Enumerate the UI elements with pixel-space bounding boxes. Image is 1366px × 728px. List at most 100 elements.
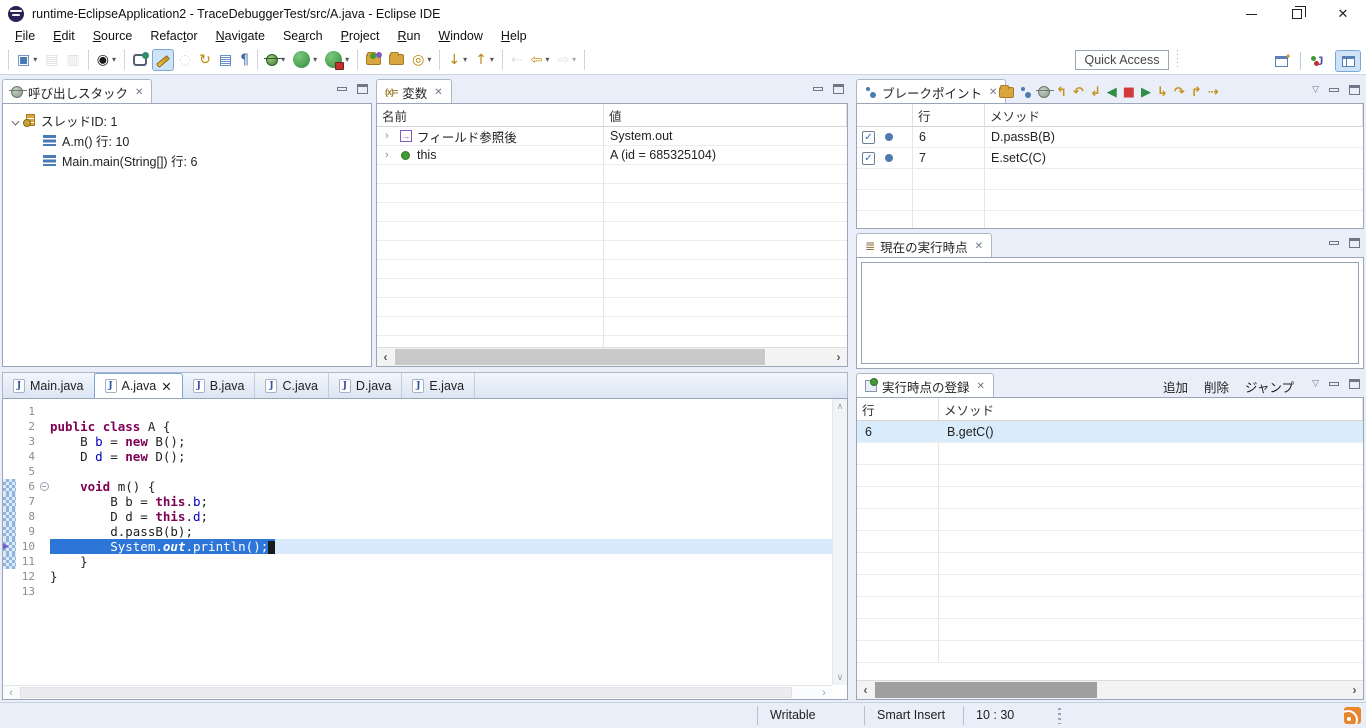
code-line[interactable]: 7 B b = this.b; (3, 494, 832, 509)
editor-tab-e-java[interactable]: JE.java (402, 373, 475, 398)
column-method[interactable]: メソッド (939, 398, 1363, 420)
scroll-right-icon[interactable]: › (816, 686, 832, 699)
scroll-thumb[interactable] (875, 682, 1097, 698)
scroll-thumb[interactable] (20, 687, 792, 698)
minimize-button[interactable] (1228, 0, 1274, 28)
code-editor[interactable]: 12public class A {3 B b = new B();4 D d … (3, 399, 832, 685)
menu-file[interactable]: File (6, 28, 44, 45)
scroll-left-icon[interactable]: ‹ (377, 348, 394, 366)
status-cursor-position[interactable]: 10 : 30 (976, 708, 1014, 722)
prev-annotation-icon[interactable]: ↑▾ (472, 49, 497, 71)
step-back-return-icon[interactable]: ↲ (1088, 81, 1103, 103)
minimize-view-icon[interactable] (1329, 382, 1339, 386)
expander-icon[interactable]: › (385, 130, 395, 142)
code-line[interactable]: 12} (3, 569, 832, 584)
highlighter-icon[interactable] (152, 49, 174, 71)
column-name[interactable]: 名前 (377, 104, 604, 126)
breakpoints-view-icon[interactable] (1018, 81, 1034, 103)
close-icon[interactable]: ✕ (975, 241, 983, 252)
code-line[interactable]: 8 D d = this.d; (3, 509, 832, 524)
jump-button[interactable]: ジャンプ (1245, 377, 1294, 396)
scroll-down-icon[interactable]: ∨ (833, 672, 847, 683)
refresh-source-icon[interactable]: ↻ (196, 49, 214, 71)
next-annotation-icon[interactable]: ↓▾ (445, 49, 470, 71)
step-backward-icon[interactable]: ◀ (1105, 81, 1119, 103)
code-line[interactable]: ▶10 System.out.println(); (3, 539, 832, 554)
open-perspective-button[interactable] (1268, 50, 1294, 72)
expand-chevron-icon[interactable] (11, 116, 20, 125)
editor-tab-d-java[interactable]: JD.java (329, 373, 402, 398)
step-forward-icon[interactable]: ▶ (1139, 81, 1153, 103)
editor-tab-c-java[interactable]: JC.java (255, 373, 328, 398)
step-back-into-icon[interactable]: ↰ (1054, 81, 1069, 103)
quick-access-box[interactable]: Quick Access (1075, 50, 1169, 70)
fold-collapse-icon[interactable]: − (40, 482, 49, 491)
close-icon[interactable]: ✕ (161, 379, 171, 394)
run-icon[interactable]: ▾ (290, 49, 320, 71)
run-to-line-icon[interactable]: ⇢ (1206, 81, 1221, 103)
table-row[interactable]: ›→フィールド参照後System.out (377, 127, 847, 146)
view-menu-icon[interactable]: ▽ (1312, 378, 1319, 389)
step-return-icon[interactable]: ↳ (1155, 81, 1170, 103)
back-icon[interactable]: ⇦▾ (528, 49, 553, 71)
user-account-icon[interactable]: ◉▾ (94, 49, 119, 71)
save-all-icon[interactable]: ▥ (63, 49, 82, 71)
rss-notification-icon[interactable] (1344, 707, 1361, 724)
add-button[interactable]: 追加 (1163, 377, 1188, 396)
code-line[interactable]: 13 (3, 584, 832, 599)
menu-help[interactable]: Help (492, 28, 536, 45)
save-icon[interactable]: ▤ (42, 49, 61, 71)
trace-bubble-icon[interactable] (130, 49, 150, 71)
menu-refactor[interactable]: Refactor (141, 28, 206, 45)
trace-debug-icon[interactable] (1036, 81, 1052, 103)
view-menu-icon[interactable]: ▽ (1312, 84, 1319, 95)
code-line[interactable]: 3 B b = new B(); (3, 434, 832, 449)
maximize-view-icon[interactable] (833, 84, 844, 94)
java-perspective-button[interactable]: J (1307, 50, 1333, 72)
editor-tab-main-java[interactable]: JMain.java (3, 373, 95, 398)
close-button[interactable]: ✕ (1320, 0, 1366, 28)
open-resource-icon[interactable] (386, 49, 407, 71)
menu-project[interactable]: Project (332, 28, 389, 45)
editor-tab-a-java[interactable]: JA.java✕ (94, 373, 183, 398)
minimize-view-icon[interactable] (1329, 241, 1339, 245)
stack-frame-item[interactable]: Main.main(String[]) 行: 6 (3, 150, 371, 170)
scroll-left-icon[interactable]: ‹ (3, 686, 19, 699)
menu-navigate[interactable]: Navigate (207, 28, 274, 45)
debug-icon[interactable]: ▾ (263, 49, 288, 71)
new-wizard-icon[interactable]: ▣▾ (14, 49, 40, 71)
maximize-view-icon[interactable] (1349, 85, 1360, 95)
scroll-right-icon[interactable]: › (830, 348, 847, 366)
menu-edit[interactable]: Edit (44, 28, 84, 45)
scroll-left-icon[interactable]: ‹ (857, 681, 874, 699)
table-row[interactable]: ›thisA (id = 685325104) (377, 146, 847, 165)
open-folder-icon[interactable] (997, 81, 1016, 103)
step-back-over-icon[interactable]: ↶ (1071, 81, 1086, 103)
step-into-icon[interactable]: ↱ (1189, 81, 1204, 103)
variables-tab[interactable]: (x)= 変数 ✕ (376, 79, 452, 104)
minimize-view-icon[interactable] (337, 87, 347, 91)
forward-icon[interactable]: ⇨▾ (554, 49, 579, 71)
code-line[interactable]: 6− void m() { (3, 479, 832, 494)
console-view-icon[interactable]: ▤ (216, 49, 235, 71)
scroll-right-icon[interactable]: › (1346, 681, 1363, 699)
table-row[interactable]: ✓6D.passB(B) (857, 127, 1363, 148)
breakpoint-checkbox[interactable]: ✓ (862, 152, 875, 165)
thread-item[interactable]: スレッドID: 1 (3, 110, 371, 130)
column-line[interactable]: 行 (913, 104, 985, 126)
search-icon[interactable]: ◎▾ (409, 49, 434, 71)
variables-hscrollbar[interactable]: ‹ › (377, 347, 847, 366)
maximize-view-icon[interactable] (1349, 379, 1360, 389)
show-whitespace-icon[interactable]: ¶ (237, 49, 252, 71)
current-exec-tab[interactable]: ≣ 現在の実行時点 ✕ (856, 233, 992, 258)
close-icon[interactable]: ✕ (135, 87, 143, 98)
exec-points-hscrollbar[interactable]: ‹ › (857, 680, 1363, 699)
editor-tab-b-java[interactable]: JB.java (183, 373, 256, 398)
mark-occurrences-icon[interactable]: ◌ (176, 49, 194, 71)
exec-points-tab[interactable]: 実行時点の登録 ✕ (856, 373, 994, 398)
code-line[interactable]: 1 (3, 404, 832, 419)
scroll-thumb[interactable] (395, 349, 765, 365)
debug-perspective-button[interactable] (1335, 50, 1361, 72)
close-icon[interactable]: ✕ (434, 87, 442, 98)
delete-button[interactable]: 削除 (1204, 377, 1229, 396)
